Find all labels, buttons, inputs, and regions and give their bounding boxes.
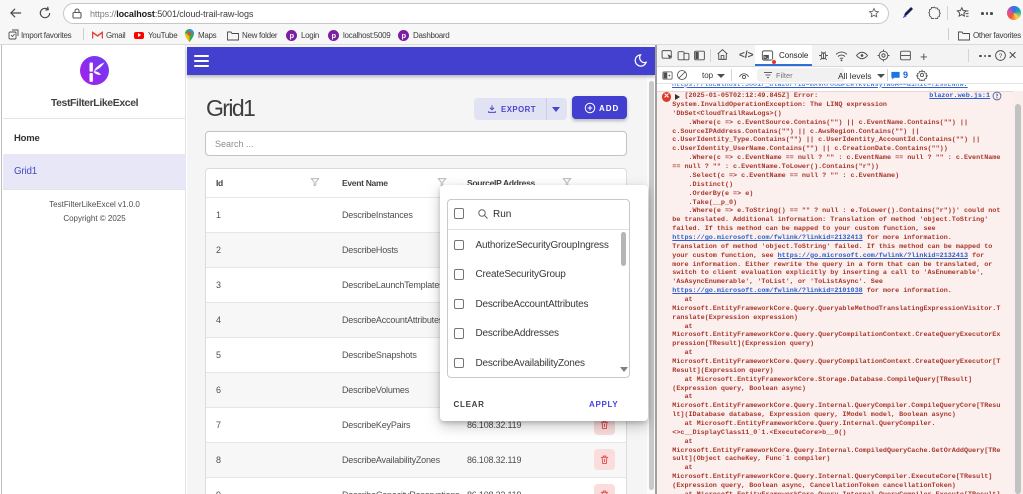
svg-text:?: ? bbox=[999, 53, 1003, 60]
